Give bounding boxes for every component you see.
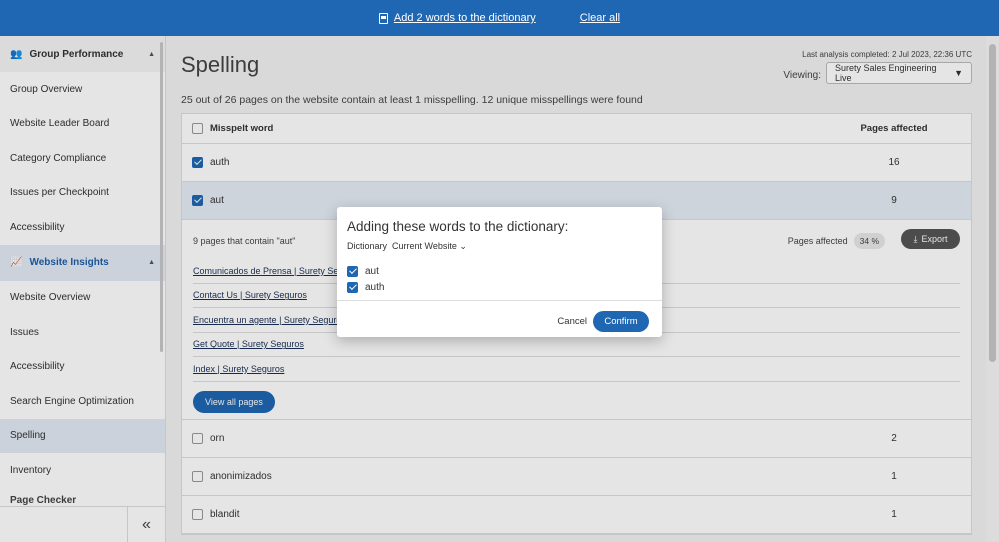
words-list: aut auth (347, 263, 384, 295)
dictionary-label: Dictionary (347, 241, 388, 251)
confirm-button[interactable]: Confirm (593, 311, 649, 332)
chevron-down-icon: ⌄ (459, 241, 467, 251)
word-checkbox[interactable] (347, 281, 358, 293)
dictionary-value: Current Website (392, 241, 457, 251)
word-option[interactable]: aut (347, 263, 384, 279)
cancel-button[interactable]: Cancel (557, 317, 587, 327)
book-icon (378, 12, 388, 24)
add-to-dictionary-link[interactable]: Add 2 words to the dictionary (378, 12, 536, 24)
word-label: aut (365, 265, 379, 277)
dialog-title: Adding these words to the dictionary: (347, 219, 569, 234)
dictionary-dropdown[interactable]: Current Website ⌄ (392, 241, 467, 252)
word-label: auth (365, 281, 385, 293)
word-checkbox[interactable] (347, 265, 358, 277)
clear-all-link[interactable]: Clear all (580, 12, 620, 24)
top-action-bar: Add 2 words to the dictionary Clear all (0, 0, 999, 36)
add-to-dictionary-label: Add 2 words to the dictionary (393, 12, 536, 24)
add-words-dialog: Adding these words to the dictionary: Di… (337, 207, 662, 337)
word-option[interactable]: auth (347, 279, 384, 295)
dialog-divider (337, 300, 662, 301)
dictionary-selector: Dictionary Current Website ⌄ (347, 241, 467, 252)
